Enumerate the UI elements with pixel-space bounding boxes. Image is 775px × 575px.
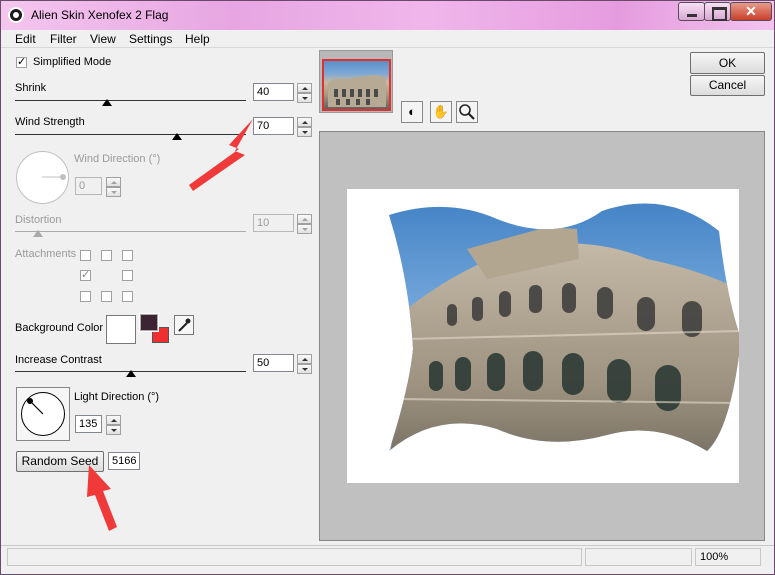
hand-tool-button[interactable]: ✋ [430, 101, 452, 123]
menu-filter[interactable]: Filter [50, 32, 77, 46]
close-icon: ✕ [745, 3, 757, 19]
zoom-level: 100% [695, 548, 761, 566]
preview-pane[interactable] [319, 131, 765, 541]
increase-contrast-input[interactable]: 50 [253, 354, 294, 372]
menu-settings[interactable]: Settings [129, 32, 172, 46]
wind-direction-stepper [106, 177, 121, 197]
annotation-arrow-seed [87, 465, 117, 531]
wind-direction-needle-icon [42, 174, 66, 180]
wind-strength-input[interactable]: 70 [253, 117, 294, 135]
light-direction-label: Light Direction (°) [74, 391, 160, 403]
navigator-thumbnail[interactable] [319, 50, 393, 113]
title-bar[interactable]: Alien Skin Xenofex 2 Flag ✕ [1, 1, 774, 30]
light-direction-input[interactable]: 135 [75, 415, 102, 433]
menu-view[interactable]: View [90, 32, 116, 46]
preview-toggle-icon: ◐ [408, 104, 416, 119]
attach-top-right-checkbox [122, 250, 133, 261]
ok-button[interactable]: OK [690, 52, 765, 74]
maximize-button[interactable] [704, 2, 731, 21]
shrink-slider-track[interactable] [15, 96, 246, 101]
menu-edit[interactable]: Edit [15, 32, 36, 46]
light-direction-needle-icon [27, 398, 44, 415]
random-seed-button[interactable]: Random Seed [16, 451, 104, 472]
light-direction-dial[interactable] [21, 392, 65, 436]
cancel-button[interactable]: Cancel [690, 75, 765, 96]
attach-bottom-right-checkbox [122, 291, 133, 302]
shrink-stepper[interactable] [297, 83, 312, 103]
status-info-cell [585, 548, 692, 566]
status-message-cell [7, 548, 582, 566]
increase-contrast-stepper[interactable] [297, 354, 312, 374]
thumbnail-image [322, 59, 391, 111]
random-seed-input[interactable]: 5166 [108, 452, 140, 470]
attach-top-left-checkbox [80, 250, 91, 261]
eyedropper-button[interactable] [174, 315, 194, 335]
shrink-label: Shrink [15, 82, 47, 94]
shrink-slider-thumb[interactable] [102, 99, 113, 106]
attach-middle-left-checkbox [80, 268, 91, 281]
hand-icon: ✋ [432, 104, 450, 119]
menu-help[interactable]: Help [185, 32, 210, 46]
alien-skin-logo-icon [8, 7, 24, 23]
attach-top-center-checkbox [101, 250, 112, 261]
wind-strength-slider-thumb[interactable] [171, 133, 182, 140]
attachments-label: Attachments [15, 248, 77, 260]
preview-toggle-button[interactable]: ◐ [401, 101, 423, 123]
increase-contrast-label: Increase Contrast [15, 354, 102, 366]
background-color-label: Background Color [15, 322, 104, 334]
minimize-button[interactable] [678, 2, 705, 21]
menu-bar: Edit Filter View Settings Help [1, 30, 774, 48]
wind-direction-dial [16, 151, 69, 204]
app-window: Alien Skin Xenofex 2 Flag ✕ Edit Filter … [0, 0, 775, 575]
attach-bottom-center-checkbox [101, 291, 112, 302]
wind-direction-label: Wind Direction (°) [74, 153, 161, 165]
distortion-input: 10 [253, 214, 294, 232]
attach-bottom-left-checkbox [80, 291, 91, 302]
distortion-stepper [297, 214, 312, 234]
distortion-slider-thumb [33, 230, 44, 237]
wind-strength-label: Wind Strength [15, 116, 85, 128]
status-bar: 100% [1, 545, 774, 574]
preview-canvas [347, 189, 739, 483]
attach-middle-right-checkbox [122, 270, 133, 281]
zoom-tool-button[interactable] [456, 101, 478, 123]
window-title: Alien Skin Xenofex 2 Flag [31, 8, 169, 22]
distortion-label: Distortion [15, 214, 62, 226]
wind-strength-slider-track[interactable] [15, 130, 246, 135]
eyedropper-icon [178, 318, 191, 332]
shrink-input[interactable]: 40 [253, 83, 294, 101]
simplified-mode-checkbox[interactable] [16, 55, 27, 68]
close-button[interactable]: ✕ [730, 2, 772, 21]
simplified-mode-label: Simplified Mode [33, 56, 112, 68]
increase-contrast-slider-thumb[interactable] [125, 370, 136, 377]
wind-strength-stepper[interactable] [297, 117, 312, 137]
wind-direction-input: 0 [75, 177, 102, 195]
background-color-swatch[interactable] [106, 315, 136, 344]
light-direction-stepper[interactable] [106, 415, 121, 435]
magnifier-icon [459, 104, 475, 120]
flag-preview-image [389, 203, 739, 451]
front-color-swatch[interactable] [139, 313, 159, 332]
distortion-slider-track [15, 227, 246, 232]
